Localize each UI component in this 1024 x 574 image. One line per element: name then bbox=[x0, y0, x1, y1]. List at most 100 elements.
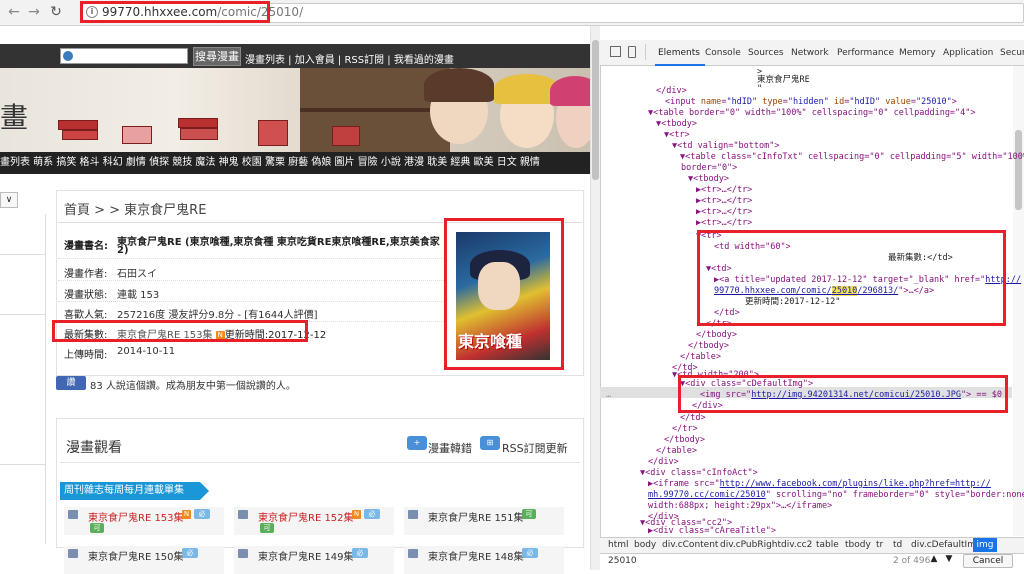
code-line[interactable]: ▼<div class="cInfoAct"> bbox=[640, 468, 758, 479]
popularity-value: 257216度 漫友評分9.8分 - [有1644人評價] bbox=[117, 310, 318, 321]
episode-title[interactable]: 東京食尸鬼RE 150集 bbox=[88, 548, 184, 563]
crumb-tbody[interactable]: tbody bbox=[845, 540, 871, 550]
author-value[interactable]: 石田スイ bbox=[117, 265, 157, 280]
episode-title[interactable]: 東京食尸鬼RE 148集 bbox=[428, 548, 524, 563]
tab-console[interactable]: Console bbox=[705, 48, 741, 58]
crumb-div-ccontent[interactable]: div.cContent bbox=[662, 540, 718, 550]
chevron-down-icon[interactable]: ▼ bbox=[943, 554, 955, 566]
site-top-links[interactable]: 漫畫列表 | 加入會員 | RSS訂閱 | 我看過的漫畫 bbox=[245, 51, 454, 66]
tab-network[interactable]: Network bbox=[791, 48, 829, 58]
code-line[interactable]: width:688px; height:29px">…</iframe> bbox=[648, 501, 832, 512]
code-line[interactable]: " bbox=[757, 84, 762, 95]
code-line[interactable]: ▶<tr>…</tr> bbox=[696, 207, 752, 218]
image-icon bbox=[408, 549, 418, 558]
code-line[interactable]: </div> bbox=[656, 86, 687, 97]
hd-badge: 必 bbox=[364, 509, 380, 519]
site-search-input[interactable] bbox=[60, 48, 188, 64]
code-line[interactable]: 東京食尸鬼RE bbox=[757, 75, 810, 86]
new-badge: N bbox=[352, 510, 361, 519]
breadcrumb[interactable]: 首頁 > > 東京食尸鬼RE bbox=[64, 199, 206, 218]
code-line[interactable]: ▼<table class="cInfoTxt" cellspacing="0"… bbox=[680, 152, 1024, 163]
upload-label: 上傳時間: bbox=[64, 350, 108, 361]
status-label: 漫畫狀態: bbox=[64, 290, 108, 301]
code-line[interactable]: ▶<div class="cAreaTitle"> bbox=[648, 526, 776, 537]
dropdown-chevron-icon[interactable]: ∨ bbox=[0, 192, 18, 208]
crumb-td[interactable]: td bbox=[893, 540, 902, 550]
crumb-tr[interactable]: tr bbox=[876, 540, 883, 550]
row-divider bbox=[58, 301, 446, 302]
tab-performance[interactable]: Performance bbox=[837, 48, 894, 58]
code-line[interactable]: border="0"> bbox=[681, 163, 737, 174]
ellipsis[interactable]: … bbox=[606, 390, 611, 401]
site-search-button[interactable]: 搜尋漫畫 bbox=[193, 47, 241, 66]
code-line[interactable]: </tbody> bbox=[696, 330, 737, 341]
category-bar[interactable]: 畫列表 萌系 搞笑 格斗 科幻 劇情 偵探 競技 魔法 神鬼 校園 驚栗 廚藝 … bbox=[0, 152, 590, 174]
back-arrow-icon[interactable]: ← bbox=[6, 4, 22, 20]
rss-link[interactable]: RSS訂閱更新 bbox=[502, 440, 568, 456]
crumb-html[interactable]: html bbox=[608, 540, 629, 550]
device-icon[interactable] bbox=[628, 46, 636, 58]
code-line[interactable]: ▶<tr>…</tr> bbox=[696, 185, 752, 196]
episode-item[interactable]: 東京食尸鬼RE 151集 可 bbox=[404, 507, 564, 535]
code-line[interactable]: </table> bbox=[680, 352, 721, 363]
tab-security[interactable]: Security bbox=[1000, 48, 1024, 58]
episode-title[interactable]: 東京食尸鬼RE 153集 bbox=[88, 509, 184, 524]
title-value: 東京食尸鬼RE (東京喰種,東京食種 東京吃貨RE東京喰種RE,東京美食家 bbox=[117, 237, 440, 248]
code-line[interactable]: </table> bbox=[656, 446, 697, 457]
tab-memory[interactable]: Memory bbox=[899, 48, 936, 58]
code-line[interactable]: </tr> bbox=[672, 424, 698, 435]
episode-title[interactable]: 東京食尸鬼RE 151集 bbox=[428, 509, 524, 524]
hd-badge: 必 bbox=[182, 548, 198, 558]
code-line[interactable]: </tbody> bbox=[688, 341, 729, 352]
code-line[interactable]: mh.99770.cc/comic/25010" scrolling="no" … bbox=[648, 490, 1024, 501]
globe-icon bbox=[63, 51, 73, 61]
code-line[interactable]: ▶<tr>…</tr> bbox=[696, 218, 752, 229]
upload-value: 2014-10-11 bbox=[117, 346, 176, 357]
site-logo: 畫 bbox=[0, 101, 29, 134]
crumb-div-cc2[interactable]: div.cc2 bbox=[781, 540, 812, 550]
row-divider bbox=[58, 280, 446, 281]
active-tab-indicator bbox=[655, 64, 705, 66]
site-banner: 畫 bbox=[0, 68, 590, 152]
crumb-body[interactable]: body bbox=[634, 540, 656, 550]
rss-icon[interactable]: ⊞ bbox=[480, 436, 500, 450]
code-line[interactable]: ▼<tr> bbox=[664, 130, 690, 141]
bookmark-link[interactable]: 漫畫韓錯 bbox=[428, 440, 472, 456]
cancel-button[interactable]: Cancel bbox=[963, 554, 1013, 568]
episode-item[interactable]: 東京食尸鬼RE 153集 N 必 可 bbox=[64, 507, 224, 535]
page-scrollbar-thumb[interactable] bbox=[592, 40, 599, 180]
tab-elements[interactable]: Elements bbox=[658, 48, 700, 58]
code-line[interactable]: ▶<tr>…</tr> bbox=[696, 196, 752, 207]
tab-application[interactable]: Application bbox=[943, 48, 993, 58]
code-line[interactable]: </tbody> bbox=[664, 435, 705, 446]
code-line[interactable]: ▼<table border="0" width="100%" cellspac… bbox=[648, 108, 976, 119]
crumb-div-cdefaultimg[interactable]: div.cDefaultImg bbox=[911, 540, 982, 550]
image-icon bbox=[238, 510, 248, 519]
tab-sources[interactable]: Sources bbox=[748, 48, 784, 58]
crumb-img[interactable]: img bbox=[973, 538, 997, 552]
episode-item[interactable]: 東京食尸鬼RE 152集 N 必 可 bbox=[234, 507, 394, 535]
code-line[interactable]: </td> bbox=[680, 413, 706, 424]
code-line[interactable]: ▶<iframe src="http://www.facebook.com/pl… bbox=[648, 479, 991, 490]
devtools-scrollbar-thumb[interactable] bbox=[1015, 130, 1022, 210]
code-line[interactable]: </div> bbox=[648, 457, 679, 468]
divider bbox=[645, 44, 646, 60]
chevron-up-icon[interactable]: ▲ bbox=[928, 554, 940, 566]
code-line[interactable]: ▼<td valign="bottom"> bbox=[672, 141, 779, 152]
code-line[interactable]: ▼<tbody> bbox=[656, 119, 697, 130]
episode-title[interactable]: 東京食尸鬼RE 149集 bbox=[258, 548, 354, 563]
code-line[interactable]: ▼<tbody> bbox=[688, 174, 729, 185]
inspect-icon[interactable] bbox=[610, 46, 621, 57]
like-button[interactable]: 讚 bbox=[56, 376, 86, 390]
forward-arrow-icon[interactable]: → bbox=[26, 4, 42, 20]
crumb-div-cpubright[interactable]: div.cPubRight bbox=[720, 540, 781, 550]
tag-arrow bbox=[200, 482, 209, 500]
reload-icon[interactable]: ↻ bbox=[48, 4, 64, 20]
episode-title[interactable]: 東京食尸鬼RE 152集 bbox=[258, 509, 354, 524]
latest-highlight-box bbox=[52, 320, 308, 342]
find-input[interactable]: 25010 bbox=[608, 556, 637, 566]
code-line[interactable]: <input name="hdID" type="hidden" id="hdI… bbox=[665, 97, 957, 108]
bookmark-icon[interactable]: + bbox=[407, 436, 427, 450]
crumb-table[interactable]: table bbox=[816, 540, 839, 550]
image-icon bbox=[408, 510, 418, 519]
